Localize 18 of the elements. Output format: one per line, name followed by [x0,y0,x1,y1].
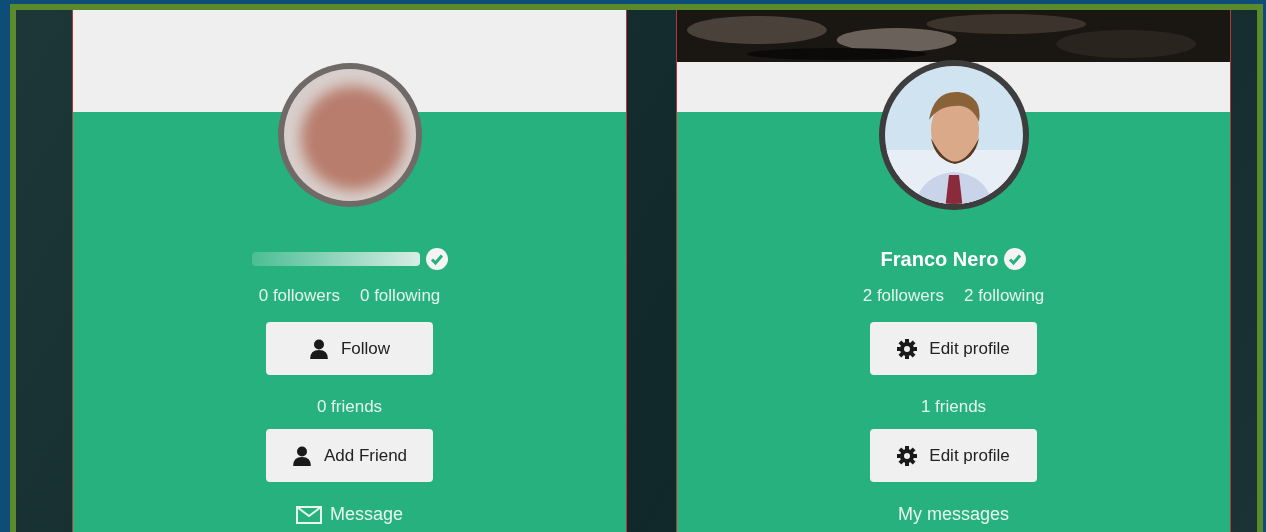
gear-icon [897,445,918,466]
edit-profile-button[interactable]: Edit profile [870,429,1037,482]
followers-count[interactable]: 2 followers [862,286,944,306]
gear-icon [897,338,918,359]
user-icon [308,338,329,359]
friends-count[interactable]: 0 friends [316,397,383,417]
envelope-icon [295,505,322,524]
friends-count[interactable]: 1 friends [920,397,987,417]
following-count[interactable]: 2 following [963,286,1045,306]
edit-profile-button[interactable]: Edit profile [870,322,1037,375]
messages-link[interactable]: Message [295,504,403,525]
profile-name: Franco Nero [880,247,999,271]
followers-count[interactable]: 0 followers [258,286,340,306]
messages-link[interactable]: My messages [897,504,1009,525]
follow-button[interactable]: Follow [266,322,433,375]
user-icon [291,445,312,466]
following-count[interactable]: 0 following [359,286,441,306]
add-friend-button[interactable]: Add Friend [266,429,433,482]
